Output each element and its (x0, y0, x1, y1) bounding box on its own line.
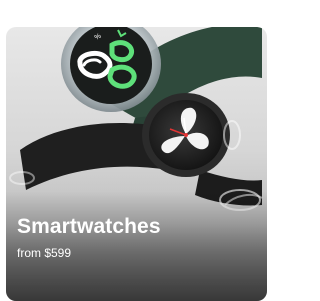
card-price: from $599 (17, 246, 72, 260)
card-title[interactable]: Smartwatches (17, 215, 161, 239)
